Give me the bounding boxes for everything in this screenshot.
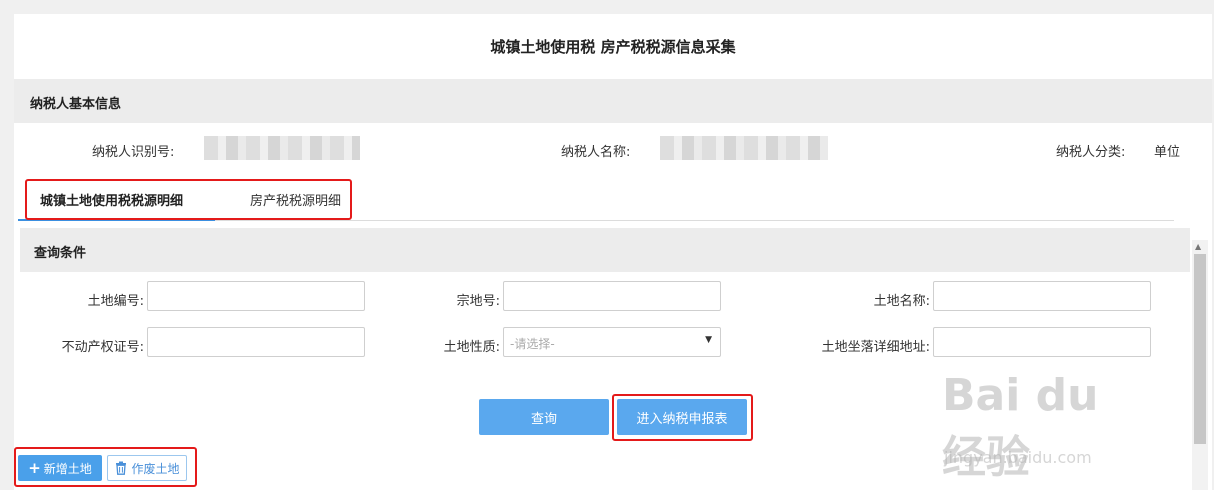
land-name-label: 土地名称: (873, 294, 930, 309)
query-button[interactable]: 查询 (479, 399, 609, 435)
query-title: 查询条件 (34, 246, 87, 261)
add-land-button[interactable]: + 新增土地 (18, 455, 102, 481)
plus-icon: + (28, 458, 41, 477)
form-card: 城镇土地使用税 房产税税源信息采集 纳税人基本信息 纳税人识别号: 纳税人名称:… (14, 14, 1212, 490)
active-tab-indicator (18, 219, 215, 221)
add-land-label: 新增土地 (43, 461, 92, 476)
taxpayer-id-label: 纳税人识别号: (92, 145, 175, 160)
land-nature-select[interactable]: -请选择- ▼ (503, 327, 721, 357)
taxpayer-id-redacted (204, 136, 360, 160)
property-cert-input[interactable] (147, 327, 365, 357)
trash-icon (114, 461, 128, 475)
taxpayer-name-redacted (660, 136, 828, 160)
taxpayer-name-label: 纳税人名称: (561, 145, 631, 160)
property-cert-label: 不动产权证号: (61, 340, 144, 355)
basic-info-header: 纳税人基本信息 (14, 79, 1212, 123)
land-address-input[interactable] (933, 327, 1151, 357)
parcel-no-label: 宗地号: (456, 294, 500, 309)
void-land-label: 作废土地 (131, 461, 180, 476)
land-no-input[interactable] (147, 281, 365, 311)
query-header: 查询条件 (20, 228, 1190, 272)
tab-bar: 城镇土地使用税税源明细 房产税税源明细 (18, 178, 1174, 221)
page-title: 城镇土地使用税 房产税税源信息采集 (490, 38, 736, 56)
tab-property-tax[interactable]: 房产税税源明细 (250, 190, 341, 209)
basic-info-title: 纳税人基本信息 (30, 97, 122, 112)
land-address-label: 土地坐落详细地址: (821, 340, 930, 355)
chevron-down-icon: ▼ (705, 335, 712, 345)
parcel-no-input[interactable] (503, 281, 721, 311)
scroll-thumb[interactable] (1194, 254, 1206, 444)
scroll-up-icon[interactable]: ▲ (1195, 242, 1201, 251)
land-nature-label: 土地性质: (443, 340, 500, 355)
taxpayer-info-row: 纳税人识别号: 纳税人名称: 纳税人分类: 单位 (14, 136, 1212, 162)
land-nature-placeholder: -请选择- (510, 337, 555, 351)
taxpayer-type-value: 单位 (1154, 145, 1181, 160)
land-name-input[interactable] (933, 281, 1151, 311)
query-panel: 查询条件 土地编号: 宗地号: 土地名称: 不动产权证号: 土地性质: -请选择… (20, 228, 1190, 490)
enter-declaration-button[interactable]: 进入纳税申报表 (617, 399, 747, 435)
land-no-label: 土地编号: (87, 294, 144, 309)
vertical-scrollbar[interactable]: ▲ (1192, 240, 1208, 490)
taxpayer-type-label: 纳税人分类: (1056, 145, 1126, 160)
tab-land-use-tax[interactable]: 城镇土地使用税税源明细 (40, 190, 183, 209)
void-land-button[interactable]: 作废土地 (107, 455, 187, 481)
